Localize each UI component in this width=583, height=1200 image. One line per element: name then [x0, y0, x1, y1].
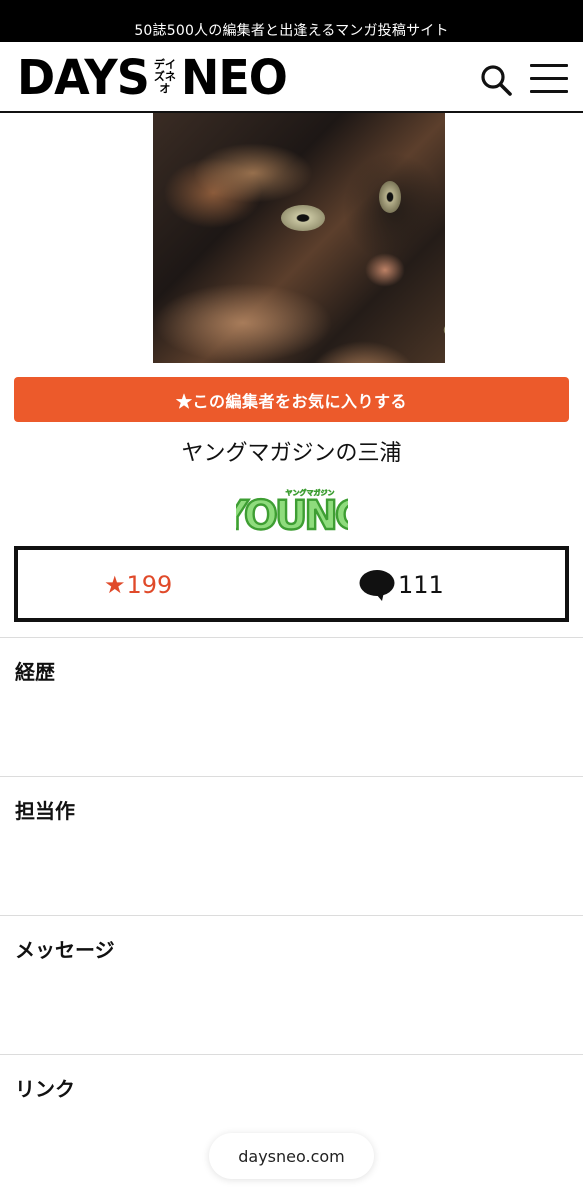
- hamburger-menu-icon: [530, 64, 568, 67]
- url-text: daysneo.com: [238, 1146, 345, 1166]
- speech-bubble-icon: [359, 570, 395, 601]
- logo-days: DAYS: [17, 48, 150, 106]
- magazine-logo-subtext: ヤングマガジン: [286, 488, 335, 497]
- comments-stat: 111: [358, 568, 444, 602]
- menu-button[interactable]: [530, 62, 568, 96]
- cat-eye: [281, 205, 325, 231]
- section-title: 経歴: [15, 660, 55, 684]
- site-header: DAYS デイズネオ NEO: [0, 42, 583, 113]
- search-button[interactable]: [480, 64, 512, 96]
- section-works: 担当作: [0, 776, 583, 915]
- section-title: 担当作: [15, 799, 75, 823]
- editor-avatar-photo: [153, 113, 445, 363]
- favorite-editor-button[interactable]: ★この編集者をお気に入りする: [14, 377, 569, 422]
- section-message: メッセージ: [0, 915, 583, 1054]
- favorites-count: 199: [126, 571, 173, 599]
- logo-neo: NEO: [180, 48, 288, 106]
- magazine-logo[interactable]: YOUNG ヤングマガジン: [236, 485, 348, 533]
- cat-eye: [379, 181, 401, 213]
- star-icon: ★: [104, 571, 126, 599]
- top-banner-text: 50誌500人の編集者と出逢えるマンガ投稿サイト: [134, 23, 449, 39]
- search-icon: [481, 65, 512, 96]
- days-neo-logo[interactable]: DAYS デイズネオ NEO: [17, 48, 288, 106]
- hamburger-menu-icon: [530, 77, 568, 80]
- magazine-logo-text: YOUNG: [236, 493, 348, 533]
- logo-kana: デイズネオ: [153, 58, 176, 95]
- fur-patch: [193, 143, 313, 203]
- top-banner: 50誌500人の編集者と出逢えるマンガ投稿サイト: [0, 0, 583, 42]
- stats-box: ★ 199 111: [14, 546, 569, 622]
- editor-name: ヤングマガジンの三浦: [181, 441, 402, 466]
- browser-url-bar[interactable]: daysneo.com: [209, 1133, 374, 1179]
- hamburger-menu-icon: [530, 90, 568, 93]
- section-title: リンク: [15, 1077, 75, 1101]
- comments-count: 111: [398, 571, 444, 599]
- fur-patch: [153, 283, 333, 363]
- cat-nose: [365, 253, 405, 287]
- section-career: 経歴: [0, 637, 583, 776]
- favorites-stat: ★ 199: [104, 568, 172, 602]
- section-title: メッセージ: [15, 938, 115, 962]
